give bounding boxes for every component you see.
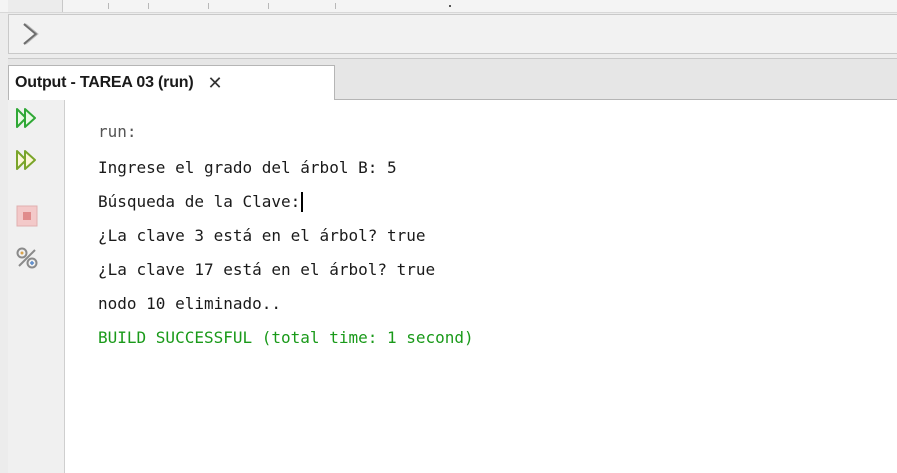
console-line-with-caret: Búsqueda de la Clave: (98, 192, 304, 212)
output-actions-toolbar (8, 100, 65, 473)
editor-remnant (0, 0, 897, 13)
output-settings-button[interactable] (15, 246, 39, 270)
ide-window: Output - TAREA 03 (run) ✕ run: Ingrese e… (0, 0, 897, 473)
tab-title: Output - TAREA 03 (run) (15, 74, 194, 91)
tab-output-tarea-03[interactable]: Output - TAREA 03 (run) ✕ (8, 65, 335, 101)
settings-wrench-icon (16, 247, 38, 269)
console-line-run: run: (98, 122, 137, 141)
ruler-tick (108, 3, 109, 9)
editor-gutter (8, 0, 63, 12)
breadcrumb-bar (8, 14, 897, 54)
console-line: ¿La clave 3 está en el árbol? true (98, 226, 426, 245)
stop-icon (16, 205, 38, 227)
stop-button[interactable] (15, 204, 39, 228)
rerun-button[interactable] (15, 106, 39, 130)
double-play-icon (16, 108, 36, 128)
close-icon[interactable]: ✕ (208, 74, 223, 92)
ruler-tick (268, 3, 269, 9)
console-line: nodo 10 eliminado.. (98, 294, 282, 313)
chevron-right-icon[interactable] (15, 21, 45, 47)
rerun-with-params-button[interactable] (15, 148, 39, 172)
ruler-tick (148, 3, 149, 9)
editor-text-fragment (449, 5, 451, 7)
text-caret (301, 192, 304, 212)
console-output[interactable]: run: Ingrese el grado del árbol B: 5 Bús… (65, 100, 897, 473)
build-status-line: BUILD SUCCESSFUL (total time: 1 second) (98, 328, 474, 347)
output-tab-bar: Output - TAREA 03 (run) ✕ (8, 58, 897, 101)
ruler-tick (208, 3, 209, 9)
ruler-tick (335, 3, 336, 9)
console-line: Búsqueda de la Clave: (98, 192, 301, 211)
console-line: Ingrese el grado del árbol B: 5 (98, 158, 397, 177)
double-play-icon (16, 150, 36, 170)
console-line: ¿La clave 17 está en el árbol? true (98, 260, 436, 279)
